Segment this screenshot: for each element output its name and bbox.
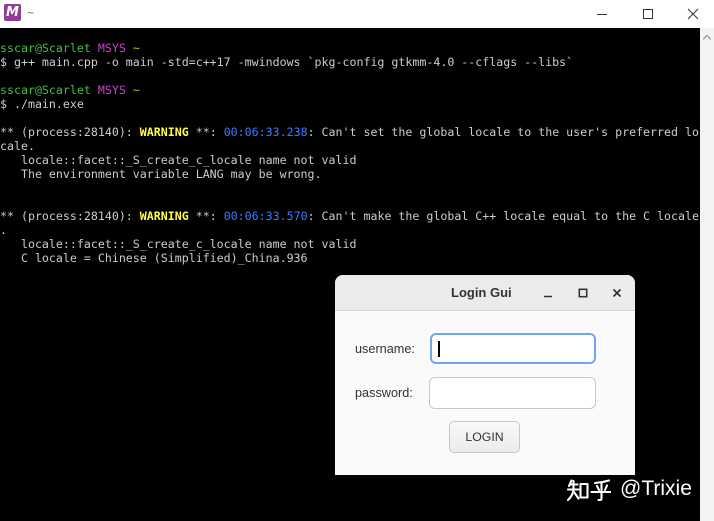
prompt-env: MSYS [97, 83, 126, 97]
warning-prefix: ** (process:28140): [0, 209, 140, 223]
chevron-up-icon[interactable] [702, 33, 712, 41]
prompt-cwd: ~ [132, 41, 140, 55]
warning-detail: The environment variable LANG may be wro… [0, 167, 322, 181]
dialog-title: Login Gui [451, 285, 512, 300]
window-titlebar[interactable]: M ~ [0, 0, 714, 28]
minimize-icon[interactable] [540, 285, 556, 301]
terminal-lines: sscar@Scarlet MSYS ~ $ g++ main.cpp -o m… [0, 41, 700, 265]
prompt-user-host: sscar@Scarlet [0, 83, 91, 97]
maximize-button[interactable] [625, 0, 671, 28]
text-cursor [438, 341, 440, 357]
warning-line: ** (process:28140): WARNING **: 00:06:33… [0, 125, 700, 139]
warning-line: ** (process:28140): WARNING **: 00:06:33… [0, 209, 700, 223]
dialog-headerbar[interactable]: Login Gui [335, 275, 635, 311]
minimize-icon [597, 14, 607, 15]
warning-message: : Can't make the global C++ locale equal… [307, 209, 699, 223]
warning-level: WARNING [139, 209, 189, 223]
warning-timestamp: 00:06:33.238 [223, 125, 308, 139]
prompt-line: sscar@Scarlet MSYS ~ [0, 83, 700, 97]
maximize-icon[interactable] [575, 285, 591, 301]
warning-prefix: ** (process:28140): [0, 125, 140, 139]
warning-level: WARNING [139, 125, 189, 139]
close-button[interactable] [671, 0, 714, 28]
close-icon[interactable] [609, 285, 625, 301]
warning-detail: locale::facet::_S_create_c_locale name n… [0, 237, 357, 251]
password-input[interactable] [429, 377, 596, 409]
maximize-icon [643, 9, 653, 19]
prompt-env: MSYS [97, 41, 126, 55]
warning-message: : Can't set the global locale to the use… [307, 125, 699, 139]
window-title: ~ [27, 6, 35, 20]
command-line: $ ./main.exe [0, 97, 84, 111]
prompt-cwd: ~ [132, 83, 140, 97]
warning-detail: locale::facet::_S_create_c_locale name n… [0, 153, 357, 167]
prompt-user-host: sscar@Scarlet [0, 41, 91, 55]
warning-message-wrap: cale. [0, 139, 35, 153]
warning-message-wrap: . [0, 223, 7, 237]
close-icon [687, 8, 698, 20]
prompt-line: sscar@Scarlet MSYS ~ [0, 41, 700, 55]
watermark-logo [567, 479, 611, 501]
username-label: username: [355, 342, 415, 356]
terminal-scrollbar[interactable] [700, 28, 714, 521]
warning-timestamp: 00:06:33.570 [223, 209, 308, 223]
watermark-handle: @Trixie [620, 477, 692, 500]
login-button[interactable]: LOGIN [449, 421, 520, 453]
msys2-icon[interactable]: M [4, 4, 21, 21]
password-label: password: [355, 386, 413, 400]
login-dialog[interactable]: Login Gui username: password: LOGIN [335, 275, 635, 475]
warning-separator: **: [188, 209, 224, 223]
username-input[interactable] [430, 333, 596, 364]
warning-separator: **: [188, 125, 224, 139]
warning-detail: C locale = Chinese (Simplified)_China.93… [0, 251, 308, 265]
minimize-button[interactable] [579, 0, 625, 28]
command-line: $ g++ main.cpp -o main -std=c++17 -mwind… [0, 55, 574, 69]
